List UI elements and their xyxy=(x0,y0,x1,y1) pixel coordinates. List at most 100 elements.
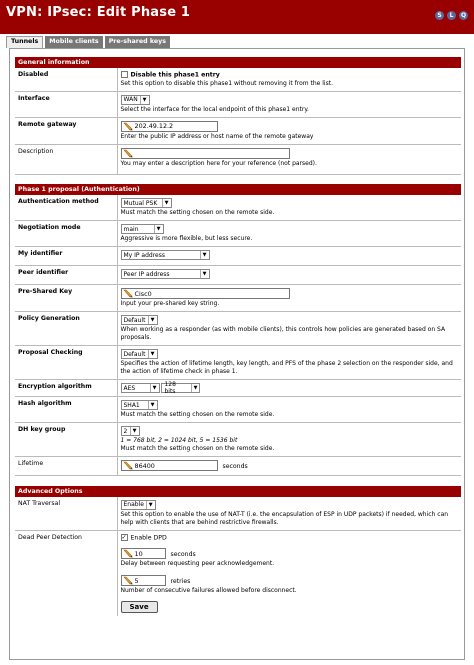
chevron-down-icon: ▼ xyxy=(149,384,159,392)
chevron-down-icon: ▼ xyxy=(153,225,163,233)
proposal-checking-select[interactable]: Default ▼ xyxy=(120,349,158,359)
my-identifier-select[interactable]: My IP address ▼ xyxy=(120,250,210,260)
chevron-down-icon: ▼ xyxy=(161,199,171,207)
pencil-icon xyxy=(122,461,133,470)
chevron-down-icon: ▼ xyxy=(199,270,209,278)
psk-label: Pre-Shared Key xyxy=(15,284,118,312)
dpd-delay-input[interactable]: 10 xyxy=(120,548,166,559)
dpd-retries-unit: retries xyxy=(170,577,191,585)
policy-generation-value: Default xyxy=(123,316,146,324)
form-panel: General information Disabled Disable thi… xyxy=(9,48,465,660)
pencil-icon xyxy=(122,149,133,157)
save-button[interactable]: Save xyxy=(120,601,158,613)
dh-group-legend: 1 = 768 bit, 2 = 1024 bit, 5 = 1536 bit xyxy=(120,437,238,444)
dpd-label: Dead Peer Detection xyxy=(15,530,118,616)
enable-dpd-checkbox[interactable]: ✓ xyxy=(120,533,128,541)
dh-group-label: DH key group xyxy=(15,422,118,457)
section-header-general: General information xyxy=(15,57,461,68)
nat-traversal-label: NAT Traversal xyxy=(15,496,118,531)
policy-generation-hint: When working as a responder (as with mob… xyxy=(120,326,446,341)
encryption-bits-value: 128 bits xyxy=(164,381,176,395)
remote-gateway-hint: Enter the public IP address or host name… xyxy=(120,132,314,140)
remote-gateway-label: Remote gateway xyxy=(15,117,118,145)
top-icons: S L Q xyxy=(435,11,468,20)
nat-traversal-select[interactable]: Enable ▼ xyxy=(120,499,156,510)
policy-generation-select[interactable]: Default ▼ xyxy=(120,315,158,325)
negotiation-mode-value: main xyxy=(123,225,139,233)
description-hint: You may enter a description here for you… xyxy=(120,159,317,167)
peer-identifier-select[interactable]: Peer IP address ▼ xyxy=(120,269,210,279)
dpd-delay-unit: seconds xyxy=(170,550,196,558)
my-identifier-value: My IP address xyxy=(123,251,166,259)
description-label: Description xyxy=(15,144,118,175)
page-title: VPN: IPsec: Edit Phase 1 xyxy=(6,5,191,20)
dh-group-select[interactable]: 2 ▼ xyxy=(120,426,140,436)
auth-method-hint: Must match the setting chosen on the rem… xyxy=(120,209,275,216)
policy-generation-label: Policy Generation xyxy=(15,311,118,346)
pencil-icon xyxy=(122,576,133,585)
lifetime-value: 86400 xyxy=(134,461,155,470)
dh-group-value: 2 xyxy=(123,427,128,435)
interface-value: WAN xyxy=(123,96,138,103)
psk-hint: Input your pre-shared key string. xyxy=(120,300,220,307)
remote-gateway-input[interactable]: 202.49.12.2 xyxy=(120,120,218,132)
nat-traversal-hint: Set this option to enable the use of NAT… xyxy=(120,510,449,526)
phase1-form: General information Disabled Disable thi… xyxy=(15,57,461,616)
chevron-down-icon: ▼ xyxy=(139,95,149,104)
nat-traversal-value: Enable xyxy=(123,501,144,508)
auth-method-value: Mutual PSK xyxy=(123,199,158,207)
peer-identifier-value: Peer IP address xyxy=(123,270,170,278)
dpd-delay-hint: Delay between requesting peer acknowledg… xyxy=(120,560,275,567)
tab-pre-shared-keys[interactable]: Pre-shared keys xyxy=(104,36,170,48)
chevron-down-icon: ▼ xyxy=(199,251,209,259)
enable-dpd-checkbox-label: Enable DPD xyxy=(130,534,167,541)
chevron-down-icon: ▼ xyxy=(190,384,200,392)
negotiation-mode-hint: Aggressive is more flexible, but less se… xyxy=(120,235,253,242)
disable-phase1-checkbox-label: Disable this phase1 entry xyxy=(130,71,220,79)
section-header-advanced: Advanced Options xyxy=(15,485,461,497)
hash-value: SHA1 xyxy=(123,401,140,409)
hash-select[interactable]: SHA1 ▼ xyxy=(120,400,158,410)
peer-identifier-label: Peer identifier xyxy=(15,265,118,285)
dpd-delay-value: 10 xyxy=(134,549,143,558)
interface-select[interactable]: WAN ▼ xyxy=(120,94,150,105)
lifetime-label: Lifetime xyxy=(15,456,118,476)
dh-group-hint: Must match the setting chosen on the rem… xyxy=(120,445,275,452)
chevron-down-icon: ▼ xyxy=(147,350,157,358)
chevron-down-icon: ▼ xyxy=(129,427,139,435)
hash-hint: Must match the setting chosen on the rem… xyxy=(120,411,275,418)
dpd-retries-hint: Number of consecutive failures allowed b… xyxy=(120,587,297,594)
description-input[interactable] xyxy=(120,147,290,159)
proposal-checking-value: Default xyxy=(123,350,146,358)
interface-hint: Select the interface for the local endpo… xyxy=(120,105,309,113)
title-bar: VPN: IPsec: Edit Phase 1 S L Q xyxy=(0,0,474,34)
encryption-select[interactable]: AES ▼ xyxy=(120,383,160,393)
tab-tunnels[interactable]: Tunnels xyxy=(6,36,44,48)
status-icon[interactable]: S xyxy=(435,11,444,20)
lifetime-unit: seconds xyxy=(222,462,248,470)
dpd-retries-value: 5 xyxy=(134,576,139,585)
chevron-down-icon: ▼ xyxy=(147,401,157,409)
disabled-label: Disabled xyxy=(15,68,118,92)
auth-method-select[interactable]: Mutual PSK ▼ xyxy=(120,198,172,208)
tab-mobile-clients[interactable]: Mobile clients xyxy=(45,36,103,48)
section-header-phase1: Phase 1 proposal (Authentication) xyxy=(15,184,461,195)
help-icon[interactable]: Q xyxy=(459,11,468,20)
hash-label: Hash algorithm xyxy=(15,396,118,423)
pencil-icon xyxy=(122,549,133,558)
proposal-checking-label: Proposal Checking xyxy=(15,345,118,380)
encryption-label: Encryption algorithm xyxy=(15,379,118,397)
disable-phase1-checkbox[interactable] xyxy=(120,71,128,78)
dpd-retries-input[interactable]: 5 xyxy=(120,575,166,586)
proposal-checking-hint: Specifies the action of lifetime length,… xyxy=(120,360,453,375)
lifetime-input[interactable]: 86400 xyxy=(120,460,218,471)
psk-value: Cisc0 xyxy=(134,289,152,298)
pencil-icon xyxy=(122,122,133,130)
tab-bar: Tunnels Mobile clients Pre-shared keys xyxy=(6,36,170,48)
negotiation-mode-select[interactable]: main ▼ xyxy=(120,224,164,234)
psk-input[interactable]: Cisc0 xyxy=(120,288,290,299)
encryption-bits-select[interactable]: 128 bits ▼ xyxy=(161,381,201,395)
log-icon[interactable]: L xyxy=(447,11,456,20)
negotiation-mode-label: Negotiation mode xyxy=(15,220,118,247)
interface-label: Interface xyxy=(15,91,118,118)
